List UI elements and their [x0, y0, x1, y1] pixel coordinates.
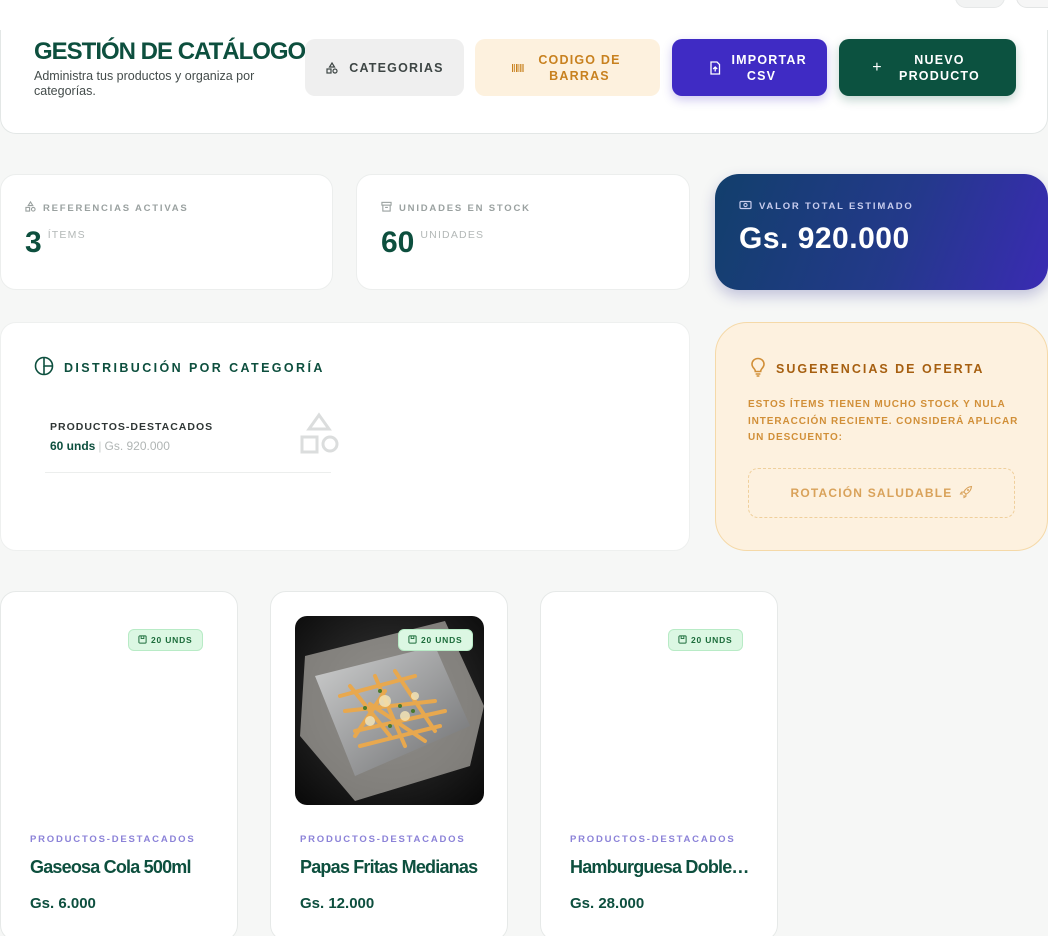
stock-units-label: UNIDADES EN STOCK	[399, 202, 531, 214]
new-product-button-label: NUEVO PRODUCTO	[899, 52, 980, 83]
product-card[interactable]: 20 UNDS PRODUCTOS-DESTACADOS Hamburguesa…	[540, 591, 778, 936]
page-subtitle: Administra tus productos y organiza por …	[34, 69, 255, 98]
stat-total-value: VALOR TOTAL ESTIMADO Gs. 920.000	[715, 174, 1048, 290]
barcode-button[interactable]: CODIGO DE BARRAS	[475, 39, 660, 96]
category-distribution-card: DISTRIBUCIÓN POR CATEGORÍA PRODUCTOS-DES…	[0, 322, 690, 551]
stock-badge: 20 UNDS	[128, 629, 203, 651]
list-item[interactable]: PRODUCTOS-DESTACADOS 60 unds | Gs. 920.000	[45, 409, 339, 473]
stat-value: 3 ÍTEMS	[25, 225, 86, 261]
import-csv-button[interactable]: IMPORTAR CSV	[672, 39, 827, 96]
categories-button-label: CATEGORIAS	[349, 60, 444, 75]
distribution-title-text: DISTRIBUCIÓN POR CATEGORÍA	[64, 360, 325, 375]
product-card[interactable]: 20 UNDS PRODUCTOS-DESTACADOS Gaseosa Col…	[0, 591, 238, 936]
page-title: GESTIÓN DE CATÁLOGO	[34, 38, 306, 65]
banknote-icon	[739, 200, 752, 213]
lightbulb-icon	[750, 357, 766, 380]
product-name: Hamburguesa Doble…	[570, 857, 749, 877]
product-name: Gaseosa Cola 500ml	[30, 857, 192, 877]
plus-icon: +	[872, 58, 883, 76]
product-category: PRODUCTOS-DESTACADOS	[570, 834, 736, 845]
box-icon	[408, 634, 417, 646]
stock-units-unit: UNIDADES	[420, 229, 485, 241]
top-pill-button-2[interactable]	[1016, 0, 1048, 8]
categories-button[interactable]: CATEGORIAS	[305, 39, 464, 96]
product-price: Gs. 28.000	[570, 895, 645, 912]
product-name: Papas Fritas Medianas	[300, 857, 478, 877]
product-category: PRODUCTOS-DESTACADOS	[300, 834, 466, 845]
distribution-units: 60 unds	[50, 439, 96, 453]
product-card[interactable]: 20 UNDS PRODUCTOS-DESTACADOS Papas Frita…	[270, 591, 508, 936]
distribution-category: PRODUCTOS-DESTACADOS	[50, 421, 214, 433]
product-price: Gs. 12.000	[300, 895, 375, 912]
stat-value: 60 UNIDADES	[381, 225, 484, 261]
pie-chart-icon	[34, 356, 54, 379]
stock-units-value: 60	[381, 226, 415, 259]
import-csv-button-label: IMPORTAR CSV	[731, 52, 807, 83]
active-refs-unit: ÍTEMS	[47, 229, 86, 241]
distribution-title: DISTRIBUCIÓN POR CATEGORÍA	[34, 356, 325, 379]
rocket-icon	[959, 485, 973, 502]
top-bar	[0, 0, 1048, 32]
suggestions-title: SUGERENCIAS DE OFERTA	[750, 357, 984, 380]
new-product-button[interactable]: + NUEVO PRODUCTO	[839, 39, 1016, 96]
distribution-value: Gs. 920.000	[104, 439, 170, 453]
rotation-status-text: ROTACIÓN SALUDABLE	[790, 486, 953, 500]
top-pill-button[interactable]	[955, 0, 1005, 8]
file-upload-icon	[708, 60, 722, 75]
total-value-label: VALOR TOTAL ESTIMADO	[759, 201, 914, 212]
active-refs-value: 3	[25, 226, 42, 259]
total-value-amount: Gs. 920.000	[739, 222, 910, 255]
offer-suggestions-card: SUGERENCIAS DE OFERTA ESTOS ÍTEMS TIENEN…	[715, 322, 1048, 551]
stat-label: UNIDADES EN STOCK	[381, 201, 531, 215]
stock-badge-text: 20 UNDS	[421, 635, 463, 645]
stat-label: REFERENCIAS ACTIVAS	[25, 200, 189, 215]
shapes-icon	[325, 61, 339, 75]
product-category: PRODUCTOS-DESTACADOS	[30, 834, 196, 845]
rotation-status-box: ROTACIÓN SALUDABLE	[748, 468, 1015, 518]
shapes-icon	[299, 411, 339, 466]
barcode-button-label: CODIGO DE BARRAS	[538, 52, 621, 83]
shapes-icon	[25, 200, 36, 215]
stock-badge-text: 20 UNDS	[691, 635, 733, 645]
stat-stock-units: UNIDADES EN STOCK 60 UNIDADES	[356, 174, 690, 290]
distribution-separator: |	[98, 439, 102, 453]
stock-badge-text: 20 UNDS	[151, 635, 193, 645]
archive-icon	[381, 201, 392, 215]
barcode-icon	[511, 61, 525, 75]
suggestions-title-text: SUGERENCIAS DE OFERTA	[776, 361, 985, 376]
active-refs-label: REFERENCIAS ACTIVAS	[43, 202, 189, 214]
catalog-header: GESTIÓN DE CATÁLOGO Administra tus produ…	[0, 30, 1048, 134]
box-icon	[138, 634, 147, 646]
product-price: Gs. 6.000	[30, 895, 96, 912]
stat-active-references: REFERENCIAS ACTIVAS 3 ÍTEMS	[0, 174, 333, 290]
stat-label: VALOR TOTAL ESTIMADO	[739, 200, 914, 213]
stock-badge: 20 UNDS	[668, 629, 743, 651]
stock-badge: 20 UNDS	[398, 629, 473, 651]
distribution-line: 60 unds | Gs. 920.000	[50, 439, 170, 453]
box-icon	[678, 634, 687, 646]
suggestions-text: ESTOS ÍTEMS TIENEN MUCHO STOCK Y NULA IN…	[748, 399, 1019, 443]
